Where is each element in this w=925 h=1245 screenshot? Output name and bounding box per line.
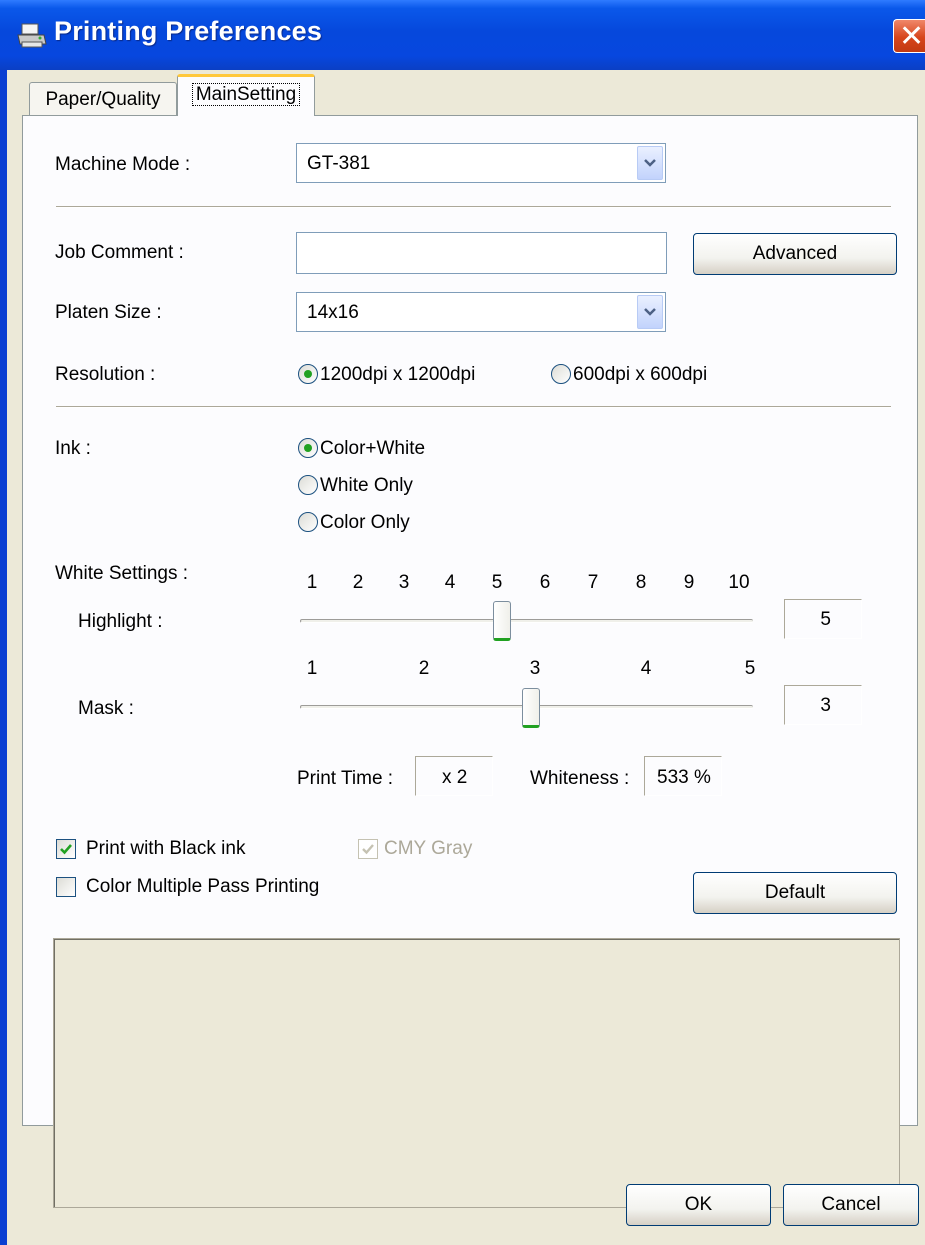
cmy-gray-label: CMY Gray: [384, 838, 473, 859]
machine-mode-value: GT-381: [307, 153, 371, 174]
resolution-1200-label[interactable]: 1200dpi x 1200dpi: [320, 364, 475, 386]
resolution-1200-radio[interactable]: [298, 364, 318, 384]
color-multipass-checkbox[interactable]: [56, 877, 76, 897]
mask-label: Mask :: [78, 698, 134, 719]
dialog-client-area: Paper/Quality MainSetting Machine Mode :…: [7, 70, 925, 1245]
chevron-down-icon: [644, 308, 656, 316]
highlight-slider-thumb[interactable]: [492, 601, 511, 641]
tick-label: 9: [683, 572, 695, 593]
ink-white-only-radio[interactable]: [298, 475, 318, 495]
platen-size-value: 14x16: [307, 302, 359, 323]
separator-1: [56, 206, 891, 208]
printing-preferences-window: Printing Preferences ✕ Paper/Quality Mai…: [0, 0, 925, 1245]
advanced-button[interactable]: Advanced: [693, 233, 897, 275]
tick-label: 6: [539, 572, 551, 593]
platen-size-dropdown-button[interactable]: [637, 295, 663, 329]
print-time-value: x 2: [442, 767, 468, 788]
ink-label: Ink :: [55, 438, 91, 459]
close-icon: ✕: [899, 19, 925, 54]
print-black-ink-label[interactable]: Print with Black ink: [86, 838, 245, 860]
ink-white-only-label[interactable]: White Only: [320, 475, 413, 497]
ok-button[interactable]: OK: [626, 1184, 771, 1226]
resolution-label: Resolution :: [55, 364, 156, 385]
cancel-button[interactable]: Cancel: [783, 1184, 919, 1226]
title-bar[interactable]: Printing Preferences ✕: [0, 0, 925, 70]
machine-mode-dropdown-button[interactable]: [637, 146, 663, 180]
tick-label: 2: [418, 658, 430, 679]
whiteness-value: 533 %: [657, 767, 711, 788]
ink-color-only-label[interactable]: Color Only: [320, 512, 410, 534]
tick-label: 3: [398, 572, 410, 593]
description-box: [53, 938, 900, 1208]
color-multipass-label[interactable]: Color Multiple Pass Printing: [86, 876, 319, 898]
highlight-value: 5: [820, 609, 831, 630]
ink-color-only-radio[interactable]: [298, 512, 318, 532]
printer-icon: [17, 23, 47, 48]
job-comment-input[interactable]: [296, 232, 667, 274]
highlight-slider-track[interactable]: [300, 619, 753, 623]
tab-main-setting-label: MainSetting: [191, 83, 301, 106]
tab-main-setting[interactable]: MainSetting: [177, 74, 315, 116]
cmy-gray-checkbox: [358, 839, 378, 859]
tick-label: 4: [640, 658, 652, 679]
whiteness-box: 533 %: [644, 756, 722, 796]
ink-color-white-radio[interactable]: [298, 438, 318, 458]
tick-label: 5: [744, 658, 756, 679]
tick-label: 4: [444, 572, 456, 593]
tick-label: 2: [352, 572, 364, 593]
mask-value-box: 3: [784, 685, 862, 725]
platen-size-label: Platen Size :: [55, 302, 162, 323]
tick-label: 3: [529, 658, 541, 679]
white-settings-label: White Settings :: [55, 563, 189, 584]
machine-mode-select[interactable]: GT-381: [296, 143, 666, 183]
tick-label: 8: [635, 572, 647, 593]
highlight-label: Highlight :: [78, 611, 163, 632]
ink-color-white-label[interactable]: Color+White: [320, 438, 425, 460]
resolution-600-label[interactable]: 600dpi x 600dpi: [573, 364, 707, 386]
checkmark-icon: [362, 844, 374, 855]
checkmark-icon: [60, 844, 72, 855]
print-black-ink-checkbox[interactable]: [56, 839, 76, 859]
platen-size-select[interactable]: 14x16: [296, 292, 666, 332]
machine-mode-label: Machine Mode :: [55, 154, 191, 175]
mask-slider-thumb[interactable]: [522, 688, 540, 728]
tab-paper-quality[interactable]: Paper/Quality: [29, 82, 177, 115]
print-time-box: x 2: [415, 756, 493, 796]
resolution-600-radio[interactable]: [551, 364, 571, 384]
tab-paper-quality-label: Paper/Quality: [45, 89, 161, 110]
tick-label: 5: [491, 572, 503, 593]
tick-label: 1: [306, 658, 318, 679]
highlight-value-box: 5: [784, 599, 862, 639]
separator-2: [56, 406, 891, 408]
mask-value: 3: [820, 695, 831, 716]
chevron-down-icon: [644, 159, 656, 167]
tick-label: 10: [728, 572, 750, 593]
window-title: Printing Preferences: [54, 16, 323, 46]
whiteness-label: Whiteness :: [530, 768, 630, 789]
tick-label: 7: [587, 572, 599, 593]
print-time-label: Print Time :: [297, 768, 394, 789]
job-comment-label: Job Comment :: [55, 242, 184, 263]
tick-label: 1: [306, 572, 318, 593]
default-button[interactable]: Default: [693, 872, 897, 914]
main-setting-panel: Machine Mode : GT-381 Job Comment : Adva…: [22, 115, 918, 1208]
close-button[interactable]: ✕: [893, 19, 925, 54]
